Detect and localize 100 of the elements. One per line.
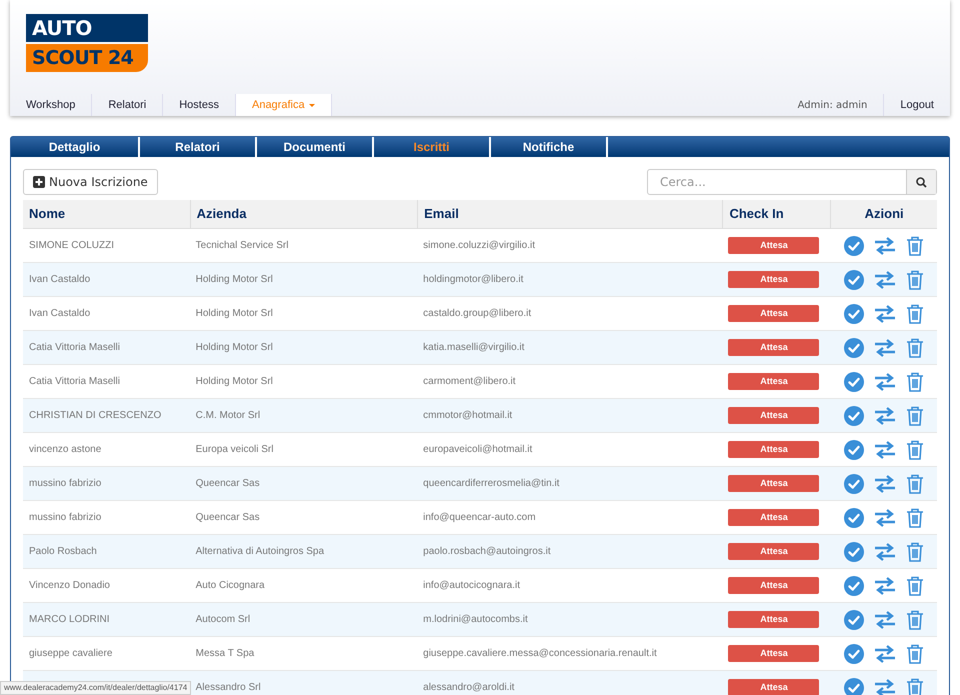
trash-icon[interactable] [906,576,924,596]
swap-arrows-icon[interactable] [874,236,896,254]
trash-icon[interactable] [906,610,924,630]
section-tab[interactable]: Notifiche [491,137,608,157]
check-circle-icon[interactable] [844,644,864,664]
check-circle-icon[interactable] [844,542,864,562]
check-circle-icon[interactable] [844,610,864,630]
search-button[interactable] [906,170,936,194]
table-cell-text: Catia Vittoria Maselli [29,375,120,389]
check-circle-icon[interactable] [844,236,864,256]
swap-arrows-icon[interactable] [874,474,896,492]
table-cell-text: vincenzo astone [29,443,102,457]
status-badge: Attesa [728,577,820,594]
table-cell-text: Holding Motor Srl [196,341,273,355]
check-circle-icon[interactable] [844,338,864,358]
table-cell-text: Vincenzo Donadio [29,579,110,593]
table-cell-text: C.M. Motor Srl [196,409,260,423]
table-cell-text: katia.maselli@virgilio.it [423,341,524,355]
table-cell-text: Ivan Castaldo [29,307,90,321]
swap-arrows-icon[interactable] [874,610,896,628]
status-badge: Attesa [728,679,820,695]
status-badge: Attesa [728,407,820,424]
column-header: Email [417,200,722,228]
table-cell-text: Holding Motor Srl [196,307,273,321]
table-cell-text: Tecnichal Service Srl [196,239,288,253]
status-badge: Attesa [728,645,820,662]
swap-arrows-icon[interactable] [874,576,896,594]
table-cell-text: info@queencar-auto.com [423,511,536,525]
table-cell-text: Autocom Srl [196,613,250,627]
trash-icon[interactable] [906,338,924,358]
trash-icon[interactable] [906,270,924,290]
section-tab[interactable]: Relatori [140,137,257,157]
table-cell-text: Holding Motor Srl [196,375,273,389]
user-label: Admin: admin [782,94,884,116]
trash-icon[interactable] [906,474,924,494]
check-circle-icon[interactable] [844,440,864,460]
column-header: Azioni [830,200,938,228]
table-cell-text: Queencar Sas [196,477,260,491]
table-cell-text: Paolo Rosbach [29,545,97,559]
trash-icon[interactable] [906,542,924,562]
table-cell-text: Alessandro Srl [196,681,261,695]
status-badge: Attesa [728,271,820,288]
swap-arrows-icon[interactable] [874,372,896,390]
check-circle-icon[interactable] [844,372,864,392]
nav-tab[interactable]: Workshop [10,94,92,116]
trash-icon[interactable] [906,304,924,324]
status-badge: Attesa [728,543,820,560]
status-badge: Attesa [728,441,820,458]
column-header: Azienda [190,200,418,228]
check-circle-icon[interactable] [844,406,864,426]
trash-icon[interactable] [906,406,924,426]
swap-arrows-icon[interactable] [874,338,896,356]
status-badge: Attesa [728,475,820,492]
swap-arrows-icon[interactable] [874,508,896,526]
table-cell-text: mussino fabrizio [29,511,102,525]
status-badge: Attesa [728,237,820,254]
trash-icon[interactable] [906,236,924,256]
new-registration-button[interactable]: Nuova Iscrizione [23,169,158,195]
status-badge: Attesa [728,305,820,322]
status-badge: Attesa [728,339,820,356]
status-badge: Attesa [728,373,820,390]
swap-arrows-icon[interactable] [874,304,896,322]
swap-arrows-icon[interactable] [874,406,896,424]
search-input[interactable]: Cerca... [648,170,906,194]
logout-link[interactable]: Logout [884,94,950,116]
status-url-tooltip: www.dealeracademy24.com/it/dealer/dettaglio/4174 [0,681,192,695]
trash-icon[interactable] [906,372,924,392]
table-cell-text: Queencar Sas [196,511,260,525]
check-circle-icon[interactable] [844,508,864,528]
table-cell-text: SIMONE COLUZZI [29,239,114,253]
trash-icon[interactable] [906,678,924,695]
trash-icon[interactable] [906,644,924,664]
table-cell-text: Holding Motor Srl [196,273,273,287]
swap-arrows-icon[interactable] [874,644,896,662]
swap-arrows-icon[interactable] [874,270,896,288]
search-field[interactable]: Cerca... [647,169,937,195]
nav-tab[interactable]: Relatori [92,94,164,116]
table-cell-text: paolo.rosbach@autoingros.it [423,545,551,559]
check-circle-icon[interactable] [844,474,864,494]
column-header: Nome [28,205,66,224]
swap-arrows-icon[interactable] [874,440,896,458]
table-cell-text: Europa veicoli Srl [196,443,274,457]
trash-icon[interactable] [906,440,924,460]
table-cell-text: holdingmotor@libero.it [423,273,524,287]
check-circle-icon[interactable] [844,576,864,596]
logo-top: AUTO [26,14,148,42]
logo-bottom: SCOUT 24 [26,44,148,72]
table-cell-text: Messa T Spa [196,647,254,661]
trash-icon[interactable] [906,508,924,528]
table-cell-text: Catia Vittoria Maselli [29,341,120,355]
section-tab[interactable]: Documenti [257,137,374,157]
check-circle-icon[interactable] [844,304,864,324]
table-cell-text: Auto Cicognara [196,579,265,593]
swap-arrows-icon[interactable] [874,678,896,695]
check-circle-icon[interactable] [844,270,864,290]
swap-arrows-icon[interactable] [874,542,896,560]
table-cell-text: giuseppe.cavaliere.messa@concessionaria.renault.it [423,647,657,661]
section-tab[interactable]: Dettaglio [11,137,140,157]
status-badge: Attesa [728,509,820,526]
table-cell-text: info@autocicognara.it [423,579,520,593]
